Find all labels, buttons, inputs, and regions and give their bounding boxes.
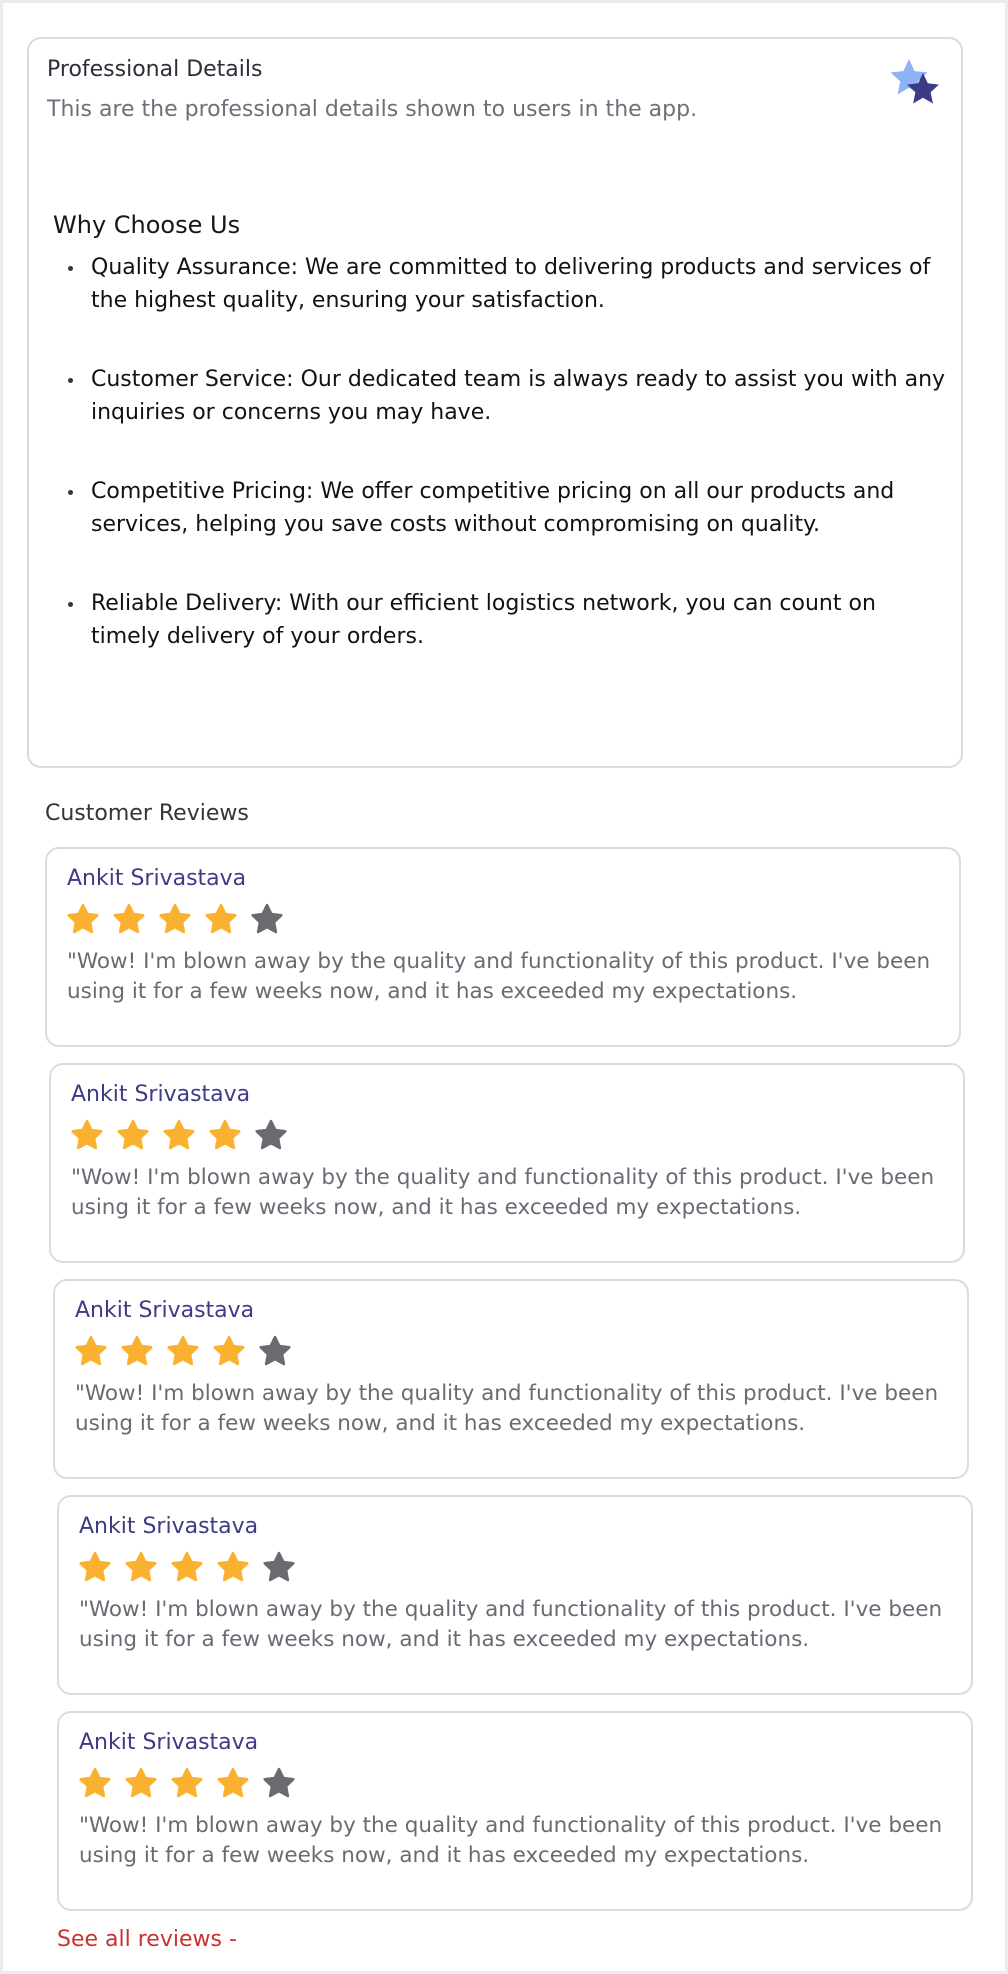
professional-details-subtitle: This are the professional details shown … (47, 97, 698, 122)
bullet-icon (68, 378, 73, 383)
star-filled-icon (167, 1335, 199, 1366)
star-rating (79, 1551, 309, 1583)
bullet-icon (68, 490, 73, 495)
review-card: Ankit Srivastava "Wow! I'm blown away by… (45, 847, 961, 1047)
star-filled-icon (125, 1551, 157, 1582)
star-filled-icon (159, 903, 191, 934)
list-item-text: Reliable Delivery: With our efficient lo… (91, 591, 876, 649)
star-filled-icon (79, 1767, 111, 1798)
star-filled-icon (75, 1335, 107, 1366)
reviewer-name: Ankit Srivastava (75, 1298, 255, 1323)
review-text: "Wow! I'm blown away by the quality and … (79, 1597, 943, 1652)
review-text: "Wow! I'm blown away by the quality and … (79, 1813, 943, 1868)
star-empty-icon (259, 1335, 291, 1366)
see-all-reviews-link[interactable]: See all reviews - (57, 1927, 237, 1952)
page: Professional Details This are the profes… (0, 0, 1008, 1974)
star-filled-icon (79, 1551, 111, 1582)
bullet-icon (68, 602, 73, 607)
professional-details-title: Professional Details (47, 57, 263, 82)
review-card: Ankit Srivastava "Wow! I'm blown away by… (49, 1063, 965, 1263)
star-rating (79, 1767, 309, 1799)
star-filled-icon (213, 1335, 245, 1366)
star-filled-icon (217, 1767, 249, 1798)
bullet-icon (68, 266, 73, 271)
star-filled-icon (209, 1119, 241, 1150)
list-item-text: Customer Service: Our dedicated team is … (91, 367, 946, 425)
reviewer-name: Ankit Srivastava (79, 1730, 259, 1755)
professional-details-card: Professional Details This are the profes… (27, 37, 963, 768)
why-choose-us-list: Quality Assurance: We are committed to d… (53, 251, 949, 699)
review-text: "Wow! I'm blown away by the quality and … (71, 1165, 935, 1220)
star-filled-icon (71, 1119, 103, 1150)
list-item: Competitive Pricing: We offer competitiv… (53, 475, 949, 541)
star-filled-icon (205, 903, 237, 934)
why-choose-us-heading: Why Choose Us (53, 211, 241, 239)
reviewer-name: Ankit Srivastava (67, 866, 247, 891)
star-filled-icon (117, 1119, 149, 1150)
review-text: "Wow! I'm blown away by the quality and … (75, 1381, 939, 1436)
stars-badge-icon (890, 59, 939, 104)
star-filled-icon (125, 1767, 157, 1798)
star-filled-icon (217, 1551, 249, 1582)
reviewer-name: Ankit Srivastava (71, 1082, 251, 1107)
star-empty-icon (251, 903, 283, 934)
star-rating (71, 1119, 301, 1151)
star-empty-icon (263, 1551, 295, 1582)
list-item: Reliable Delivery: With our efficient lo… (53, 587, 949, 653)
star-empty-icon (255, 1119, 287, 1150)
customer-reviews-heading: Customer Reviews (45, 801, 249, 826)
star-rating (75, 1335, 305, 1367)
star-rating (67, 903, 297, 935)
star-filled-icon (121, 1335, 153, 1366)
review-card: Ankit Srivastava "Wow! I'm blown away by… (53, 1279, 969, 1479)
star-filled-icon (113, 903, 145, 934)
list-item: Customer Service: Our dedicated team is … (53, 363, 949, 429)
list-item-text: Quality Assurance: We are committed to d… (91, 255, 931, 313)
star-filled-icon (171, 1551, 203, 1582)
list-item-text: Competitive Pricing: We offer competitiv… (91, 479, 895, 537)
star-filled-icon (163, 1119, 195, 1150)
review-card: Ankit Srivastava "Wow! I'm blown away by… (57, 1711, 973, 1911)
list-item: Quality Assurance: We are committed to d… (53, 251, 949, 317)
review-text: "Wow! I'm blown away by the quality and … (67, 949, 931, 1004)
star-empty-icon (263, 1767, 295, 1798)
review-card: Ankit Srivastava "Wow! I'm blown away by… (57, 1495, 973, 1695)
star-filled-icon (171, 1767, 203, 1798)
reviewer-name: Ankit Srivastava (79, 1514, 259, 1539)
star-filled-icon (67, 903, 99, 934)
